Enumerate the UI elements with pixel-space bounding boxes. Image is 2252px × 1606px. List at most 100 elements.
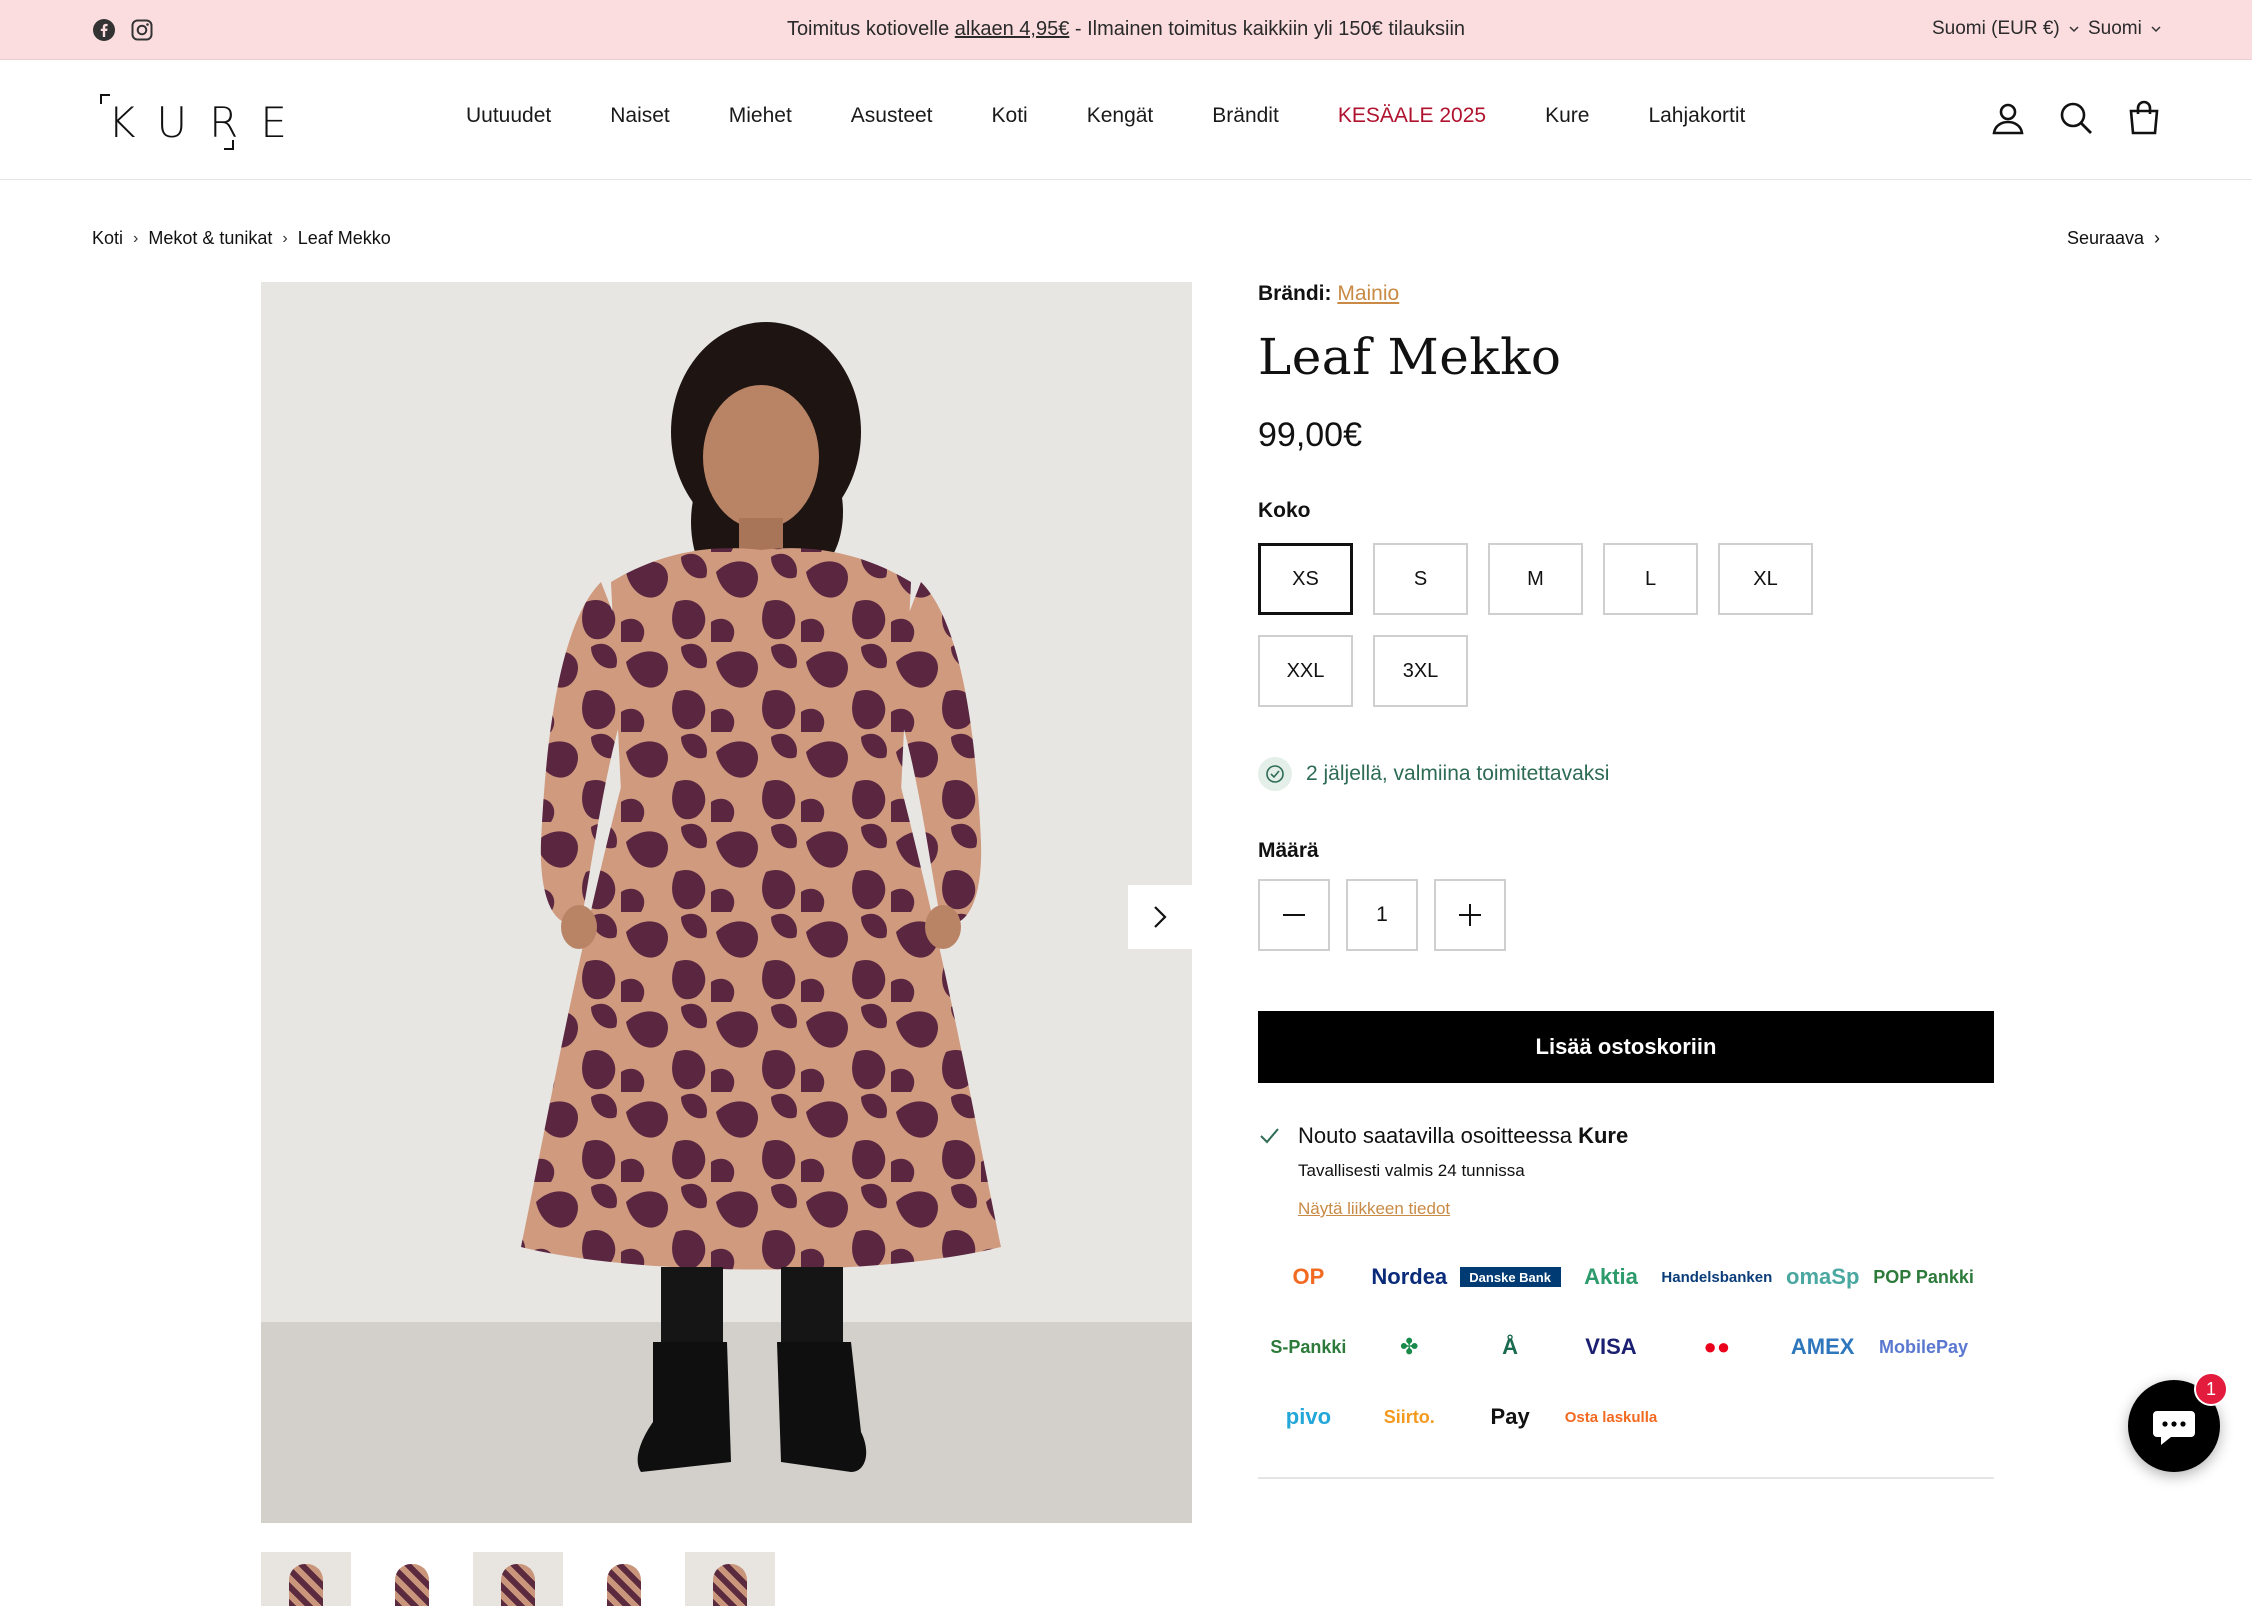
saastopankki-logo: ✤ (1400, 1334, 1419, 1359)
pickup-details: Nouto saatavilla osoitteessa Kure Tavall… (1298, 1123, 1628, 1219)
announcement-bar: Toimitus kotiovelle alkaen 4,95€ - Ilmai… (0, 0, 2252, 60)
size-option-xxl[interactable]: XXL (1258, 635, 1353, 707)
quantity-stepper: 1 (1258, 879, 1994, 951)
quantity-increase-button[interactable] (1434, 879, 1506, 951)
pop-pankki-logo: POP Pankki (1873, 1266, 1974, 1287)
site-header: KURE Uutuudet Naiset Miehet Asusteet Kot… (0, 60, 2252, 180)
chat-bubble-icon (2153, 1411, 2195, 1445)
mastercard-logo: ●● (1703, 1334, 1731, 1359)
size-label: Koko (1258, 499, 1311, 522)
pickup-availability: Nouto saatavilla osoitteessa Kure Tavall… (1258, 1123, 1994, 1219)
cart-icon[interactable] (2126, 100, 2162, 136)
logo-text: KURE (108, 98, 309, 147)
thumbnail-figure (395, 1564, 429, 1606)
minus-icon (1283, 914, 1305, 916)
omasp-logo: omaSp (1786, 1264, 1860, 1289)
visa-logo: VISA (1585, 1334, 1637, 1359)
thumbnail-figure (289, 1564, 323, 1606)
breadcrumb-category[interactable]: Mekot & tunikat (148, 228, 272, 249)
size-option-l[interactable]: L (1603, 543, 1698, 615)
thumbnail-figure (501, 1564, 535, 1606)
info-peek (1258, 1505, 1994, 1519)
chat-notification-badge: 1 (2194, 1372, 2228, 1406)
product-info: Brändi: Mainio Leaf Mekko 99,00€ Koko XS… (1258, 282, 1994, 1519)
chevron-down-icon (2069, 26, 2079, 33)
op-logo: OP (1292, 1264, 1325, 1289)
image-next-button[interactable] (1128, 885, 1192, 949)
product-image[interactable] (261, 282, 1192, 1523)
logo-bracket-right (224, 140, 234, 150)
thumbnail[interactable] (579, 1552, 669, 1606)
currency-selector[interactable]: Suomi (EUR €) (1932, 18, 2080, 40)
payment-logos: OP Nordea Danske Bank Aktia Handelsbanken oma… (1258, 1257, 1974, 1437)
pickup-text: Nouto saatavilla osoitteessa (1298, 1123, 1579, 1148)
amex-logo: AMEX (1790, 1334, 1855, 1359)
quantity-decrease-button[interactable] (1258, 879, 1330, 951)
nav-kesaale[interactable]: KESÄALE 2025 (1338, 104, 1486, 128)
site-logo[interactable]: KURE (100, 94, 287, 150)
aktia-logo: Aktia (1584, 1264, 1638, 1289)
brand-link[interactable]: Mainio (1337, 282, 1399, 305)
header-icons (1990, 100, 2162, 136)
size-option-m[interactable]: M (1488, 543, 1583, 615)
search-icon[interactable] (2058, 100, 2094, 136)
language-selector[interactable]: Suomi (2088, 18, 2162, 40)
breadcrumb: Koti › Mekot & tunikat › Leaf Mekko (92, 228, 391, 249)
product-price: 99,00€ (1258, 416, 1362, 454)
quantity-label: Määrä (1258, 839, 1319, 862)
nav-kengat[interactable]: Kengät (1087, 104, 1154, 128)
store-info-link[interactable]: Näytä liikkeen tiedot (1298, 1199, 1628, 1219)
chevron-right-icon: › (2154, 228, 2160, 248)
thumbnail[interactable] (367, 1552, 457, 1606)
shipping-link[interactable]: alkaen 4,95€ (955, 18, 1070, 40)
handelsbanken-logo: Handelsbanken (1661, 1268, 1773, 1286)
size-option-3xl[interactable]: 3XL (1373, 635, 1468, 707)
breadcrumb-current: Leaf Mekko (297, 228, 391, 248)
brand-label: Brändi: (1258, 282, 1332, 305)
nav-brandit[interactable]: Brändit (1212, 104, 1279, 128)
plus-icon (1459, 904, 1481, 926)
pivo-logo: pivo (1285, 1404, 1332, 1429)
s-pankki-logo: S-Pankki (1270, 1336, 1347, 1357)
stock-status: 2 jäljellä, valmiina toimitettavaksi (1258, 757, 1994, 791)
thumbnail[interactable] (261, 1552, 351, 1606)
pickup-store: Kure (1578, 1123, 1629, 1148)
nav-koti[interactable]: Koti (992, 104, 1028, 128)
nav-lahjakortit[interactable]: Lahjakortit (1648, 104, 1745, 128)
apple-pay-logo: Pay (1490, 1404, 1530, 1429)
pickup-time: Tavallisesti valmis 24 tunnissa (1298, 1161, 1525, 1180)
main-nav: Uutuudet Naiset Miehet Asusteet Koti Ken… (466, 104, 1804, 128)
nav-miehet[interactable]: Miehet (729, 104, 792, 128)
thumbnail-figure (713, 1564, 747, 1606)
stock-text: 2 jäljellä, valmiina toimitettavaksi (1306, 762, 1610, 785)
alandsbanken-logo: Å (1502, 1334, 1519, 1359)
siirto-logo: Siirto. (1383, 1406, 1435, 1427)
breadcrumb-home[interactable]: Koti (92, 228, 123, 249)
nav-asusteet[interactable]: Asusteet (851, 104, 933, 128)
next-label: Seuraava (2066, 228, 2144, 248)
chevron-down-icon (2151, 26, 2161, 33)
thumbnail[interactable] (685, 1552, 775, 1606)
shipping-text: Toimitus kotiovelle (786, 18, 955, 40)
mobilepay-logo: MobilePay (1879, 1336, 1969, 1357)
quantity-input[interactable]: 1 (1346, 879, 1418, 951)
check-circle-icon (1258, 757, 1292, 791)
breadcrumb-chevron-icon: › (133, 229, 139, 247)
nav-naiset[interactable]: Naiset (610, 104, 670, 128)
shipping-message: Toimitus kotiovelle alkaen 4,95€ - Ilmai… (0, 18, 2252, 41)
size-option-xs[interactable]: XS (1258, 543, 1353, 615)
account-icon[interactable] (1990, 100, 2026, 136)
add-to-cart-button[interactable]: Lisää ostoskoriin (1258, 1011, 1994, 1083)
size-option-xl[interactable]: XL (1718, 543, 1813, 615)
size-options: XS S M L XL XXL 3XL (1258, 543, 1898, 707)
osta-laskulla-logo: Osta laskulla (1564, 1408, 1658, 1426)
product-title: Leaf Mekko (1258, 328, 1562, 386)
next-product-link[interactable]: Seuraava › (2067, 228, 2160, 249)
language-label: Suomi (2088, 18, 2142, 39)
size-option-s[interactable]: S (1373, 543, 1468, 615)
nav-uutuudet[interactable]: Uutuudet (466, 104, 551, 128)
nav-kure[interactable]: Kure (1545, 104, 1589, 128)
thumbnail[interactable] (473, 1552, 563, 1606)
checkmark-icon (1260, 1128, 1279, 1144)
nordea-logo: Nordea (1371, 1264, 1448, 1289)
